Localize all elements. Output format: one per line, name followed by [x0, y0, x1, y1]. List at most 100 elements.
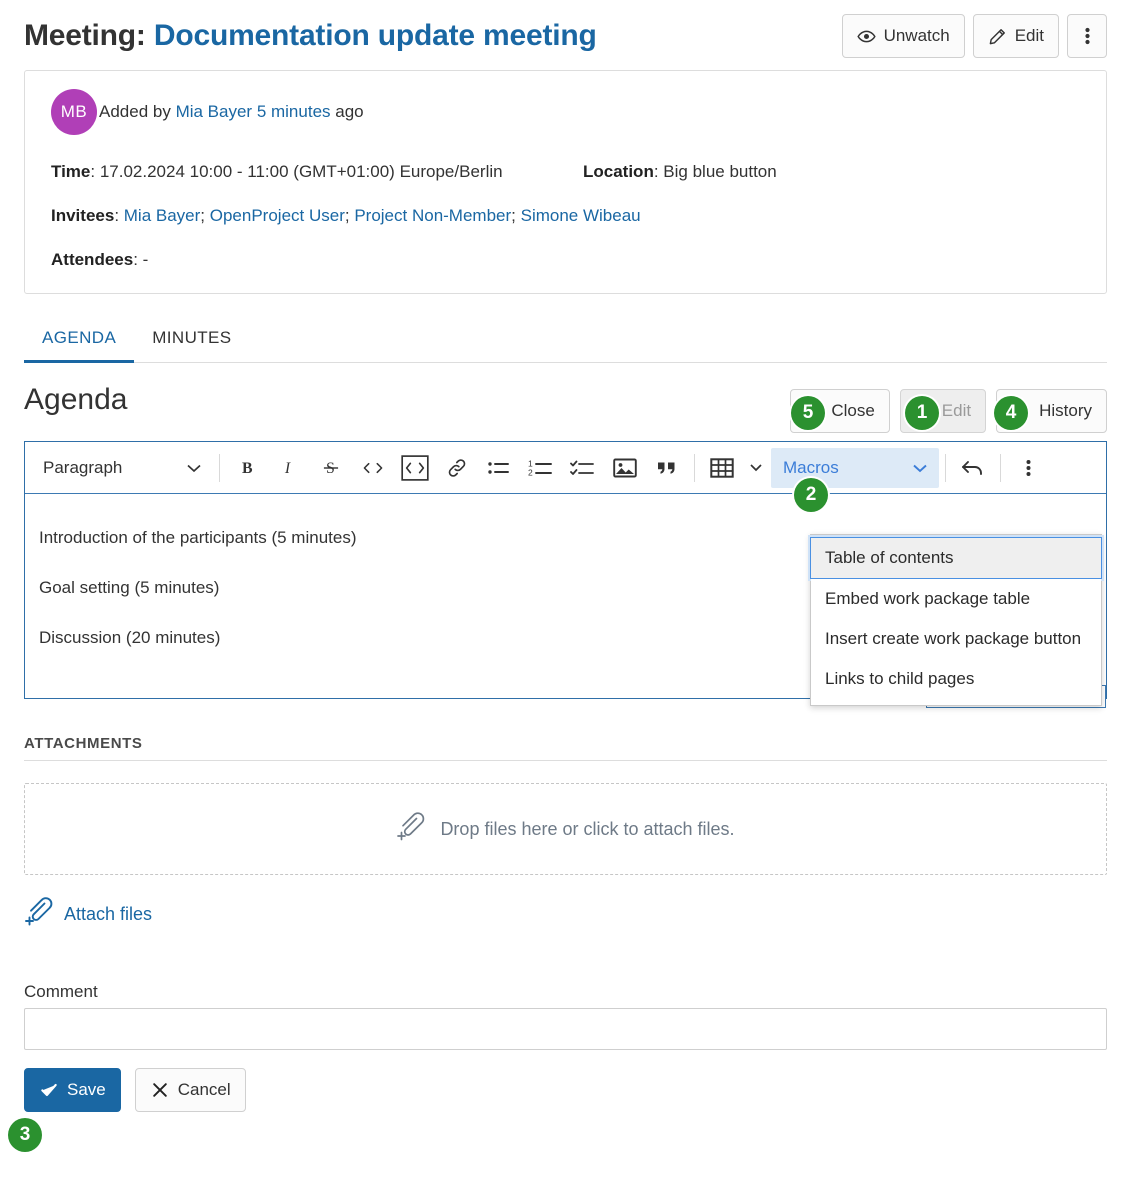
- svg-text:2: 2: [528, 467, 533, 477]
- inline-code-icon[interactable]: [352, 448, 394, 488]
- table-icon[interactable]: [701, 448, 743, 488]
- attendees-label: Attendees: [51, 250, 134, 270]
- edit-label: Edit: [941, 401, 972, 421]
- header-edit-label: Edit: [1014, 26, 1044, 45]
- numbered-list-icon[interactable]: 1 2: [520, 448, 562, 488]
- callout-badge-2: 2: [794, 478, 828, 512]
- comment-input-wrapper[interactable]: [24, 1008, 1107, 1051]
- header-edit-button[interactable]: Edit: [972, 14, 1059, 58]
- tabs: AGENDA MINUTES: [24, 320, 1107, 364]
- paperclip-plus-icon: [24, 897, 54, 932]
- attendees-colon: :: [133, 250, 143, 270]
- unwatch-label: Unwatch: [883, 26, 950, 45]
- macros-menu-item-embed-work-package-table[interactable]: Embed work package table: [811, 579, 1101, 619]
- pencil-icon: [988, 27, 1007, 46]
- check-icon: [39, 1080, 59, 1100]
- history-label: History: [1039, 401, 1092, 421]
- agenda-actions: Close Edit History: [790, 389, 1107, 434]
- added-by-prefix: Added by: [99, 102, 176, 121]
- editor-toolbar: Paragraph B I S: [25, 442, 1106, 495]
- invitees-sep-1: ;: [200, 206, 210, 226]
- eye-icon: [856, 27, 876, 46]
- time-label: Time: [51, 162, 91, 181]
- macros-menu-item-table-of-contents[interactable]: Table of contents: [810, 537, 1102, 579]
- page-title-prefix: Meeting:: [24, 19, 146, 52]
- macros-menu: Table of contents Embed work package tab…: [810, 534, 1102, 706]
- close-label: Close: [831, 401, 875, 421]
- chevron-down-icon: [913, 458, 927, 478]
- toolbar-separator: [219, 453, 220, 482]
- location-colon: :: [653, 162, 664, 181]
- time-location-row: Time: 17.02.2024 10:00 - 11:00 (GMT+01:0…: [51, 161, 1080, 183]
- comment-input[interactable]: [25, 1009, 1106, 1050]
- callout-badge-1: 1: [905, 396, 939, 430]
- tab-minutes[interactable]: MINUTES: [134, 320, 249, 363]
- invitees-row: Invitees: Mia Bayer; OpenProject User; P…: [51, 205, 1080, 227]
- meeting-name-link[interactable]: Documentation update meeting: [154, 19, 597, 52]
- svg-text:B: B: [242, 460, 253, 477]
- added-by-time[interactable]: 5 minutes: [252, 102, 335, 121]
- bold-icon[interactable]: B: [226, 448, 268, 488]
- image-icon[interactable]: [604, 448, 646, 488]
- added-by-row: MB Added by Mia Bayer 5 minutes ago: [51, 89, 1080, 135]
- invitees-sep-2: ;: [344, 206, 355, 226]
- chevron-down-icon: [187, 458, 201, 478]
- paragraph-style-value: Paragraph: [43, 457, 123, 477]
- macros-menu-item-links-to-child-pages[interactable]: Links to child pages: [811, 659, 1101, 699]
- attach-files-label: Attach files: [64, 904, 153, 925]
- time-field: Time: 17.02.2024 10:00 - 11:00 (GMT+01:0…: [51, 161, 583, 183]
- tab-agenda[interactable]: AGENDA: [24, 320, 135, 364]
- attachments-section-label: ATTACHMENTS: [24, 735, 1107, 762]
- macros-menu-item-insert-create-work-package-button[interactable]: Insert create work package button: [811, 619, 1101, 659]
- paragraph-style-dropdown[interactable]: Paragraph: [31, 448, 213, 488]
- block-quote-icon[interactable]: [646, 448, 688, 488]
- callout-badge-3: 3: [8, 1118, 42, 1152]
- toolbar-separator: [945, 453, 946, 482]
- page-title: Meeting: Documentation update meeting: [24, 18, 597, 54]
- unwatch-button[interactable]: Unwatch: [841, 14, 965, 58]
- time-colon: :: [90, 162, 100, 181]
- invitee-link[interactable]: Project Non-Member: [354, 206, 511, 225]
- invitee-link[interactable]: Mia Bayer: [124, 206, 201, 225]
- callout-badge-4: 4: [994, 396, 1028, 430]
- code-block-icon[interactable]: [394, 448, 436, 488]
- attendees-row: Attendees: -: [51, 249, 1080, 271]
- save-label: Save: [67, 1080, 106, 1100]
- page-header: Meeting: Documentation update meeting Un…: [0, 0, 1131, 64]
- header-actions: Unwatch Edit: [841, 14, 1107, 58]
- dropzone-text: Drop files here or click to attach files…: [440, 818, 735, 839]
- time-value: 17.02.2024 10:00 - 11:00 (GMT+01:00) Eur…: [99, 162, 503, 181]
- attach-files-link[interactable]: Attach files: [24, 897, 152, 932]
- invitee-link[interactable]: OpenProject User: [210, 206, 345, 225]
- agenda-bar: Agenda Close Edit History: [24, 363, 1107, 441]
- cancel-button[interactable]: Cancel: [134, 1068, 246, 1113]
- added-by-suffix: ago: [335, 102, 364, 121]
- close-x-icon: [150, 1080, 170, 1100]
- invitees-label: Invitees: [51, 206, 115, 226]
- link-icon[interactable]: [436, 448, 478, 488]
- undo-icon[interactable]: [952, 448, 994, 488]
- invitees-sep-3: ;: [511, 206, 521, 226]
- svg-text:I: I: [284, 460, 291, 477]
- more-actions-button[interactable]: [1067, 14, 1107, 58]
- save-button[interactable]: Save: [24, 1068, 121, 1113]
- meeting-details-panel: MB Added by Mia Bayer 5 minutes ago Time…: [24, 70, 1107, 295]
- bulleted-list-icon[interactable]: [478, 448, 520, 488]
- paperclip-plus-icon: [396, 812, 426, 847]
- avatar: MB: [51, 89, 97, 135]
- comment-label: Comment: [24, 982, 98, 1002]
- italic-icon[interactable]: I: [268, 448, 310, 488]
- more-options-icon[interactable]: [1007, 448, 1049, 488]
- attachments-dropzone[interactable]: Drop files here or click to attach files…: [24, 783, 1107, 876]
- table-dropdown-chevron-icon[interactable]: [743, 448, 769, 488]
- more-vertical-icon: [1084, 26, 1090, 46]
- location-label: Location: [583, 162, 654, 181]
- invitee-link[interactable]: Simone Wibeau: [521, 206, 641, 225]
- todo-list-icon[interactable]: [562, 448, 604, 488]
- callout-badge-5: 5: [791, 396, 825, 430]
- location-value: Big blue button: [663, 162, 777, 181]
- invitees-colon: :: [114, 206, 124, 226]
- added-by-author-link[interactable]: Mia Bayer: [176, 102, 253, 121]
- strikethrough-icon[interactable]: S: [310, 448, 352, 488]
- macros-dropdown[interactable]: Macros: [771, 447, 939, 488]
